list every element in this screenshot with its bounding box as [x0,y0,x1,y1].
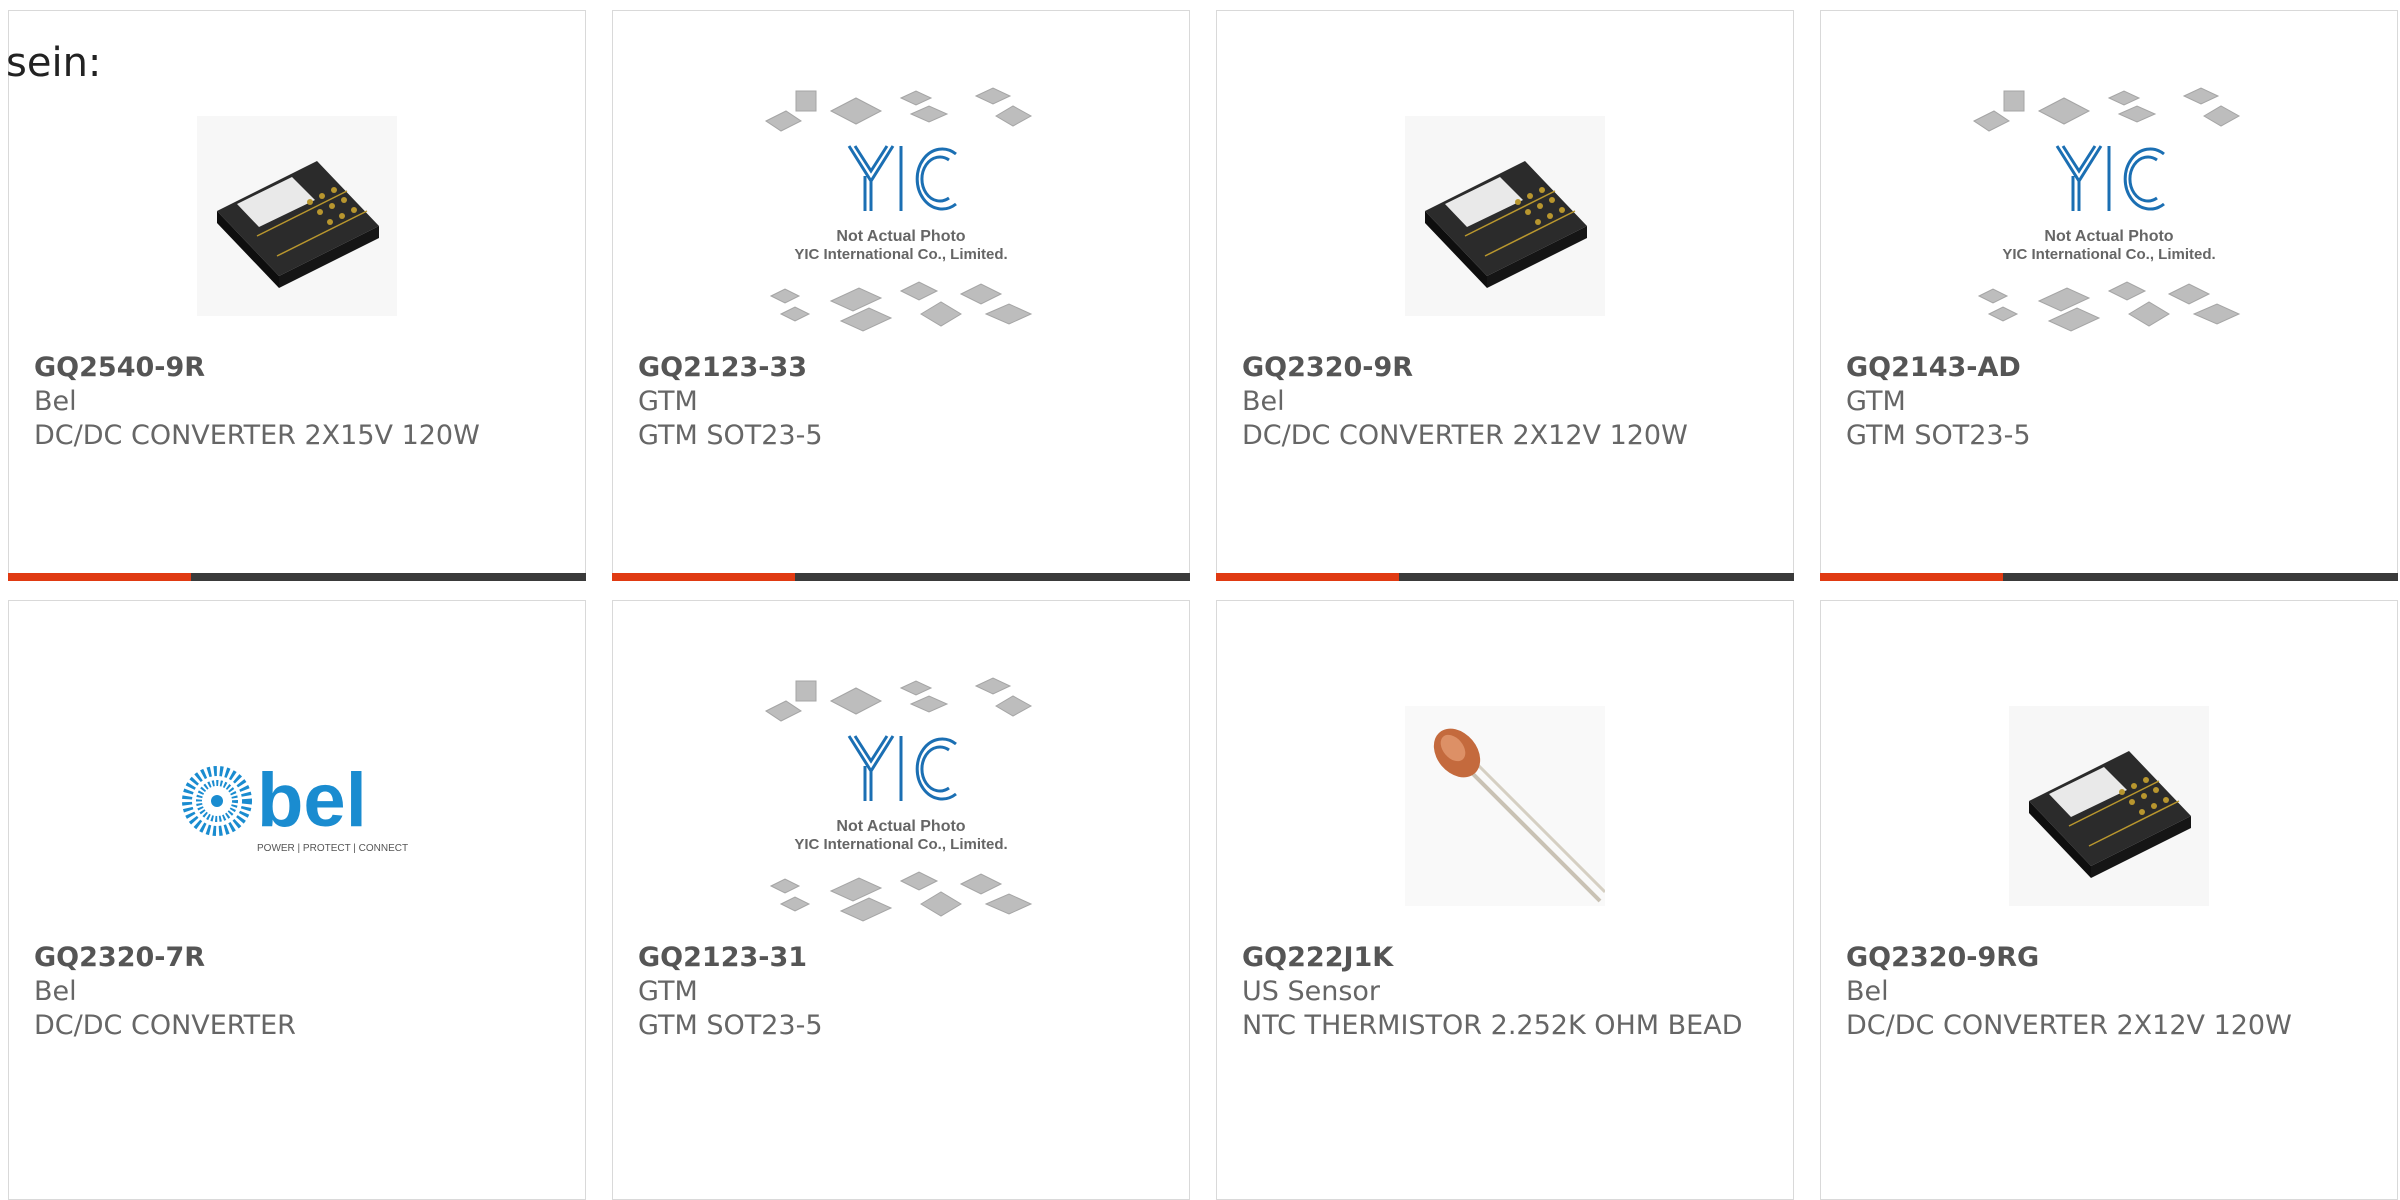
product-description: DC/DC CONVERTER 2X15V 120W [34,420,480,451]
product-part-number[interactable]: GQ2123-31 [638,941,1164,975]
product-grid: GQ2540-9R Bel DC/DC CONVERTER 2X15V 120W N… [0,0,2400,1200]
product-description: GTM SOT23-5 [638,1010,823,1041]
placeholder-caption-line1: Not Actual Photo [836,228,965,245]
product-card[interactable]: GQ2540-9R Bel DC/DC CONVERTER 2X15V 120W [8,10,586,581]
card-accent-bar [1216,573,1794,581]
intro-text: sein: [6,40,102,86]
accent-bar-dark [2003,573,2398,581]
not-actual-photo-placeholder: Not Actual Photo YIC International Co., … [1973,87,2241,332]
accent-bar-dark [191,573,586,581]
product-card[interactable]: GQ222J1K US Sensor NTC THERMISTOR 2.252K O… [1216,600,1794,1200]
product-part-number[interactable]: GQ2143-AD [1846,351,2372,385]
product-info: GQ2540-9R Bel DC/DC CONVERTER 2X15V 120W [34,351,560,453]
accent-bar-dark [1399,573,1794,581]
product-card[interactable]: Not Actual Photo YIC International Co., … [1820,10,2398,581]
product-manufacturer: Bel [1846,976,1889,1007]
product-manufacturer: GTM [638,976,698,1007]
accent-bar-red [8,573,191,581]
placeholder-caption-line1: Not Actual Photo [836,818,965,835]
accent-bar-red [1820,573,2003,581]
dc-dc-converter-photo [2009,706,2209,906]
product-image[interactable]: Not Actual Photo YIC International Co., … [1821,81,2397,351]
card-accent-bar [1820,573,2398,581]
product-part-number[interactable]: GQ2320-9RG [1846,941,2372,975]
product-card[interactable]: Not Actual Photo YIC International Co., … [612,600,1190,1200]
product-part-number[interactable]: GQ2540-9R [34,351,560,385]
product-info: GQ2123-31 GTM GTM SOT23-5 [638,941,1164,1043]
product-part-number[interactable]: GQ2320-9R [1242,351,1768,385]
product-description: GTM SOT23-5 [638,420,823,451]
product-description: DC/DC CONVERTER [34,1010,296,1041]
product-card[interactable]: GQ2320-9RG Bel DC/DC CONVERTER 2X12V 120W [1820,600,2398,1200]
product-info: GQ2123-33 GTM GTM SOT23-5 [638,351,1164,453]
accent-bar-red [1216,573,1399,581]
bel-logo-tagline: POWER | PROTECT | CONNECT [257,843,408,854]
accent-bar-dark [795,573,1190,581]
product-info: GQ2143-AD GTM GTM SOT23-5 [1846,351,2372,453]
product-info: GQ2320-7R Bel DC/DC CONVERTER [34,941,560,1043]
product-manufacturer: Bel [34,976,77,1007]
card-accent-bar [612,573,1190,581]
product-description: DC/DC CONVERTER 2X12V 120W [1242,420,1688,451]
product-info: GQ2320-9RG Bel DC/DC CONVERTER 2X12V 120W [1846,941,2372,1043]
product-image[interactable]: bel POWER | PROTECT | CONNECT [9,671,585,941]
accent-bar-red [612,573,795,581]
product-card[interactable]: bel POWER | PROTECT | CONNECT GQ2320-7R B… [8,600,586,1200]
product-card[interactable]: GQ2320-9R Bel DC/DC CONVERTER 2X12V 120W [1216,10,1794,581]
product-image[interactable] [1821,671,2397,941]
product-description: NTC THERMISTOR 2.252K OHM BEAD [1242,1010,1743,1041]
product-image[interactable] [1217,671,1793,941]
product-image[interactable] [1217,81,1793,351]
product-manufacturer: GTM [638,386,698,417]
dc-dc-converter-photo [197,116,397,316]
placeholder-caption-line2: YIC International Co., Limited. [794,836,1007,853]
product-image[interactable]: Not Actual Photo YIC International Co., … [613,81,1189,351]
placeholder-caption-line2: YIC International Co., Limited. [794,246,1007,263]
not-actual-photo-placeholder: Not Actual Photo YIC International Co., … [765,677,1033,922]
product-image[interactable] [9,81,585,351]
card-accent-bar [8,573,586,581]
bel-logo: bel POWER | PROTECT | CONNECT [182,758,408,854]
thermistor-photo [1405,706,1605,906]
product-manufacturer: Bel [34,386,77,417]
product-image[interactable]: Not Actual Photo YIC International Co., … [613,671,1189,941]
product-description: GTM SOT23-5 [1846,420,2031,451]
dc-dc-converter-photo [1405,116,1605,316]
product-manufacturer: US Sensor [1242,976,1381,1007]
product-manufacturer: Bel [1242,386,1285,417]
product-info: GQ222J1K US Sensor NTC THERMISTOR 2.252K O… [1242,941,1768,1043]
product-part-number[interactable]: GQ2123-33 [638,351,1164,385]
product-card[interactable]: Not Actual Photo YIC International Co., … [612,10,1190,581]
placeholder-caption-line2: YIC International Co., Limited. [2002,246,2215,263]
placeholder-caption-line1: Not Actual Photo [2044,228,2173,245]
product-part-number[interactable]: GQ2320-7R [34,941,560,975]
bel-logo-wordmark: bel [257,758,367,843]
product-part-number[interactable]: GQ222J1K [1242,941,1768,975]
not-actual-photo-placeholder: Not Actual Photo YIC International Co., … [765,87,1033,332]
product-description: DC/DC CONVERTER 2X12V 120W [1846,1010,2292,1041]
product-manufacturer: GTM [1846,386,1906,417]
product-info: GQ2320-9R Bel DC/DC CONVERTER 2X12V 120W [1242,351,1768,453]
